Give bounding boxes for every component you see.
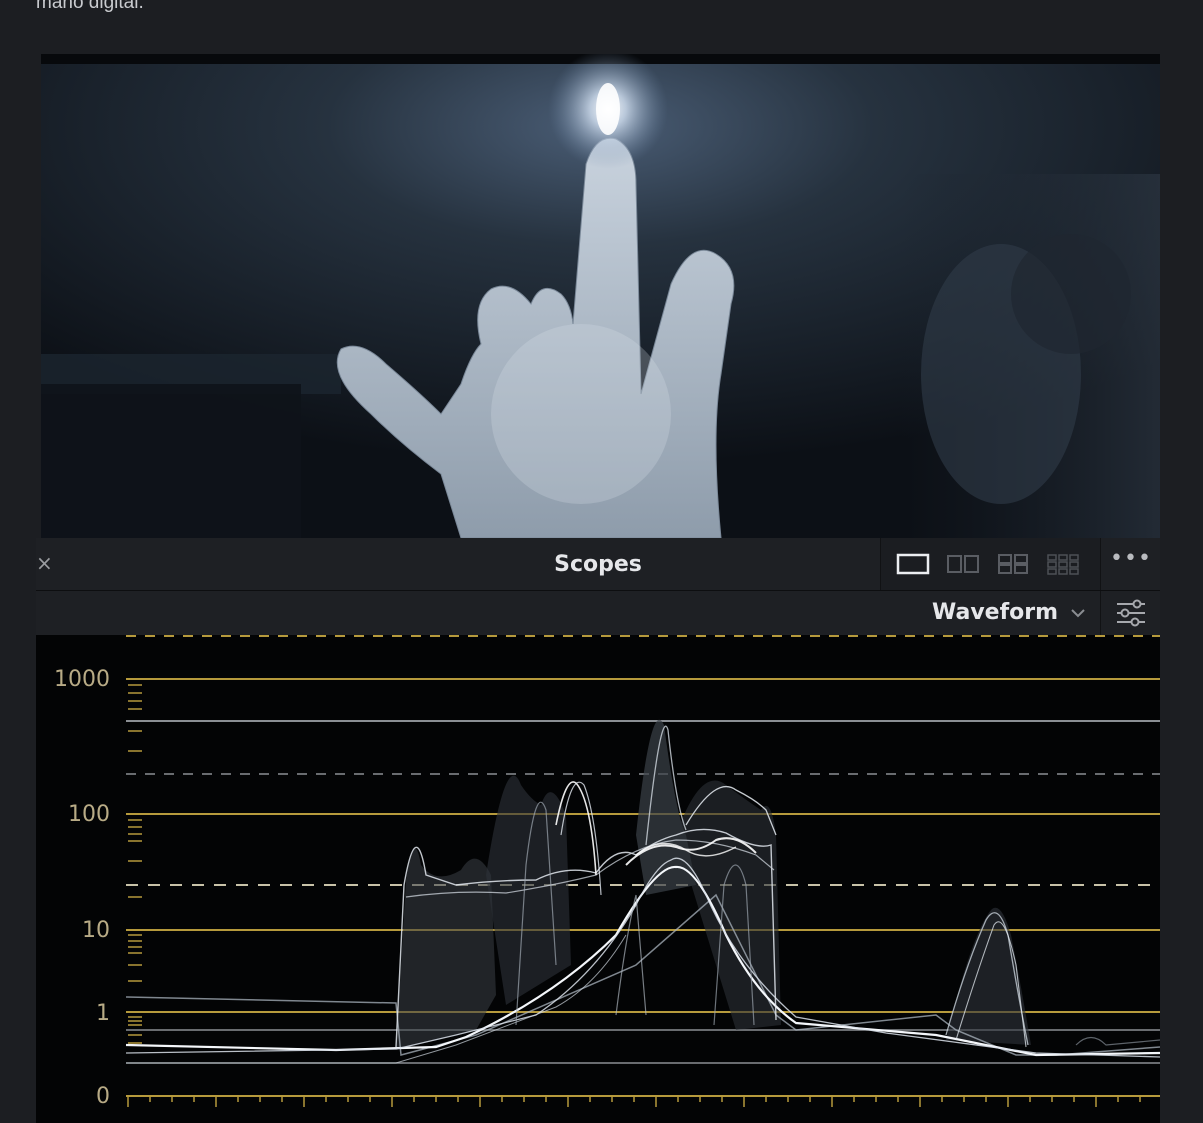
scope-settings-button[interactable] xyxy=(1100,591,1161,635)
scopes-header-bar: × Scopes ••• xyxy=(36,538,1160,591)
more-icon: ••• xyxy=(1110,546,1152,571)
quad-layout-icon[interactable] xyxy=(995,552,1031,576)
sliders-icon xyxy=(1117,599,1145,627)
chevron-down-icon[interactable] xyxy=(1070,607,1086,619)
grid-layout-icon[interactable] xyxy=(1045,552,1081,576)
more-options-button[interactable]: ••• xyxy=(1100,538,1161,590)
waveform-axis-ticks xyxy=(128,684,142,1044)
scope-mode-dropdown[interactable]: Waveform xyxy=(932,600,1058,625)
waveform-x-ticks xyxy=(127,1096,1141,1107)
layout-toggle-group xyxy=(880,538,1101,590)
scope-mode-bar: Waveform xyxy=(36,591,1160,635)
video-frame-image xyxy=(41,54,1160,538)
article-caption: mano digital. xyxy=(36,0,144,13)
waveform-scope: 1000 100 10 1 0 xyxy=(36,635,1160,1123)
close-panel-button[interactable]: × xyxy=(36,551,53,575)
dual-layout-icon[interactable] xyxy=(945,552,981,576)
single-layout-icon[interactable] xyxy=(895,552,931,576)
waveform-plot xyxy=(125,635,1160,1107)
